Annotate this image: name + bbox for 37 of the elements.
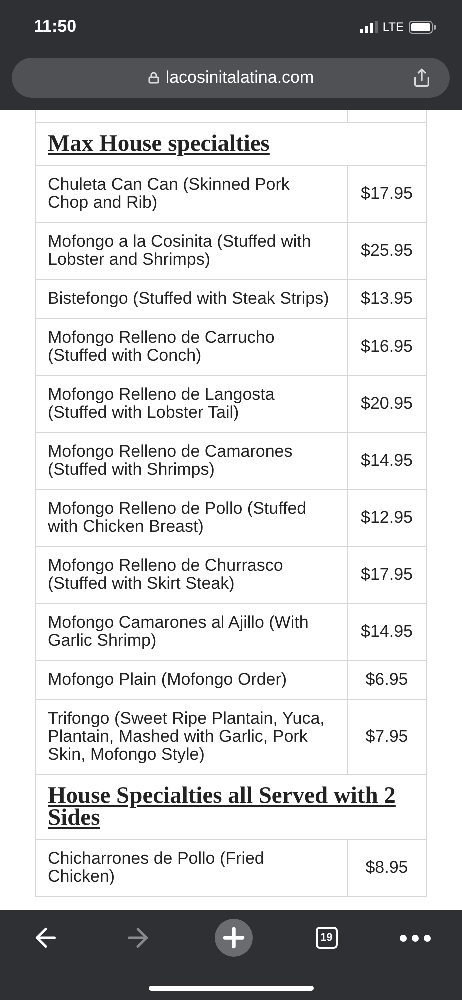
price-cell: $6.95: [348, 660, 426, 699]
dish-cell: Chicharrones de Pollo (Fried Chicken): [36, 839, 348, 896]
lock-icon: [148, 72, 160, 84]
network-label: LTE: [382, 20, 404, 34]
address-bar[interactable]: lacosinitalatina.com: [12, 58, 450, 98]
price-cell: $12.95: [348, 489, 426, 546]
price-cell: $20.95: [348, 375, 426, 432]
dish-cell: Mofongo Camarones al Ajillo (With Garlic Shrimp): [36, 603, 348, 660]
dish-cell: Mofongo Plain (Mofongo Order): [36, 660, 348, 699]
dish-cell: Chuleta Can Can (Skinned Pork Chop and Rib): [36, 165, 348, 222]
price-cell: $7.95: [348, 699, 426, 774]
clock-time: 11:50: [34, 17, 77, 37]
new-tab-button[interactable]: [215, 919, 254, 957]
dish-cell: Mofongo a la Cosinita (Stuffed with Lobster and Shrimps): [36, 222, 348, 279]
price-cell: $16.95: [348, 318, 426, 375]
price-cell: $17.95: [348, 165, 426, 222]
signal-icon: [360, 21, 378, 33]
dish-cell: Mofongo Relleno de Pollo (Stuffed with Chicken Breast): [36, 489, 348, 546]
price-cell: $25.95: [348, 222, 426, 279]
more-button[interactable]: [400, 934, 431, 942]
dish-cell: Mofongo Relleno de Camarones (Stuffed with Shrimps): [36, 432, 348, 489]
tab-count-button[interactable]: 19: [316, 927, 338, 949]
price-cell: $13.95: [348, 279, 426, 318]
price-cell: $14.95: [348, 432, 426, 489]
section-heading: House Specialties all Served with 2 Sides: [36, 774, 426, 839]
dish-cell: Mofongo Relleno de Langosta (Stuffed with Lobster Tail): [36, 375, 348, 432]
section-heading: Max House specialties: [36, 122, 426, 165]
price-cell: $8.95: [348, 839, 426, 896]
dish-cell: Mofongo Relleno de Churrasco (Stuffed with Skirt Steak): [36, 546, 348, 603]
battery-icon: [409, 20, 436, 34]
url-text: lacosinitalatina.com: [166, 68, 314, 88]
dish-cell: Mofongo Relleno de Carrucho (Stuffed with Conch): [36, 318, 348, 375]
share-icon[interactable]: [412, 68, 432, 88]
price-cell: $14.95: [348, 603, 426, 660]
price-cell: $17.95: [348, 546, 426, 603]
dish-cell: Trifongo (Sweet Ripe Plantain, Yuca, Plantain, Mashed with Garlic, Pork Skin, Mofongo Style): [36, 699, 348, 774]
dish-cell: Bistefongo (Stuffed with Steak Strips): [36, 279, 348, 318]
